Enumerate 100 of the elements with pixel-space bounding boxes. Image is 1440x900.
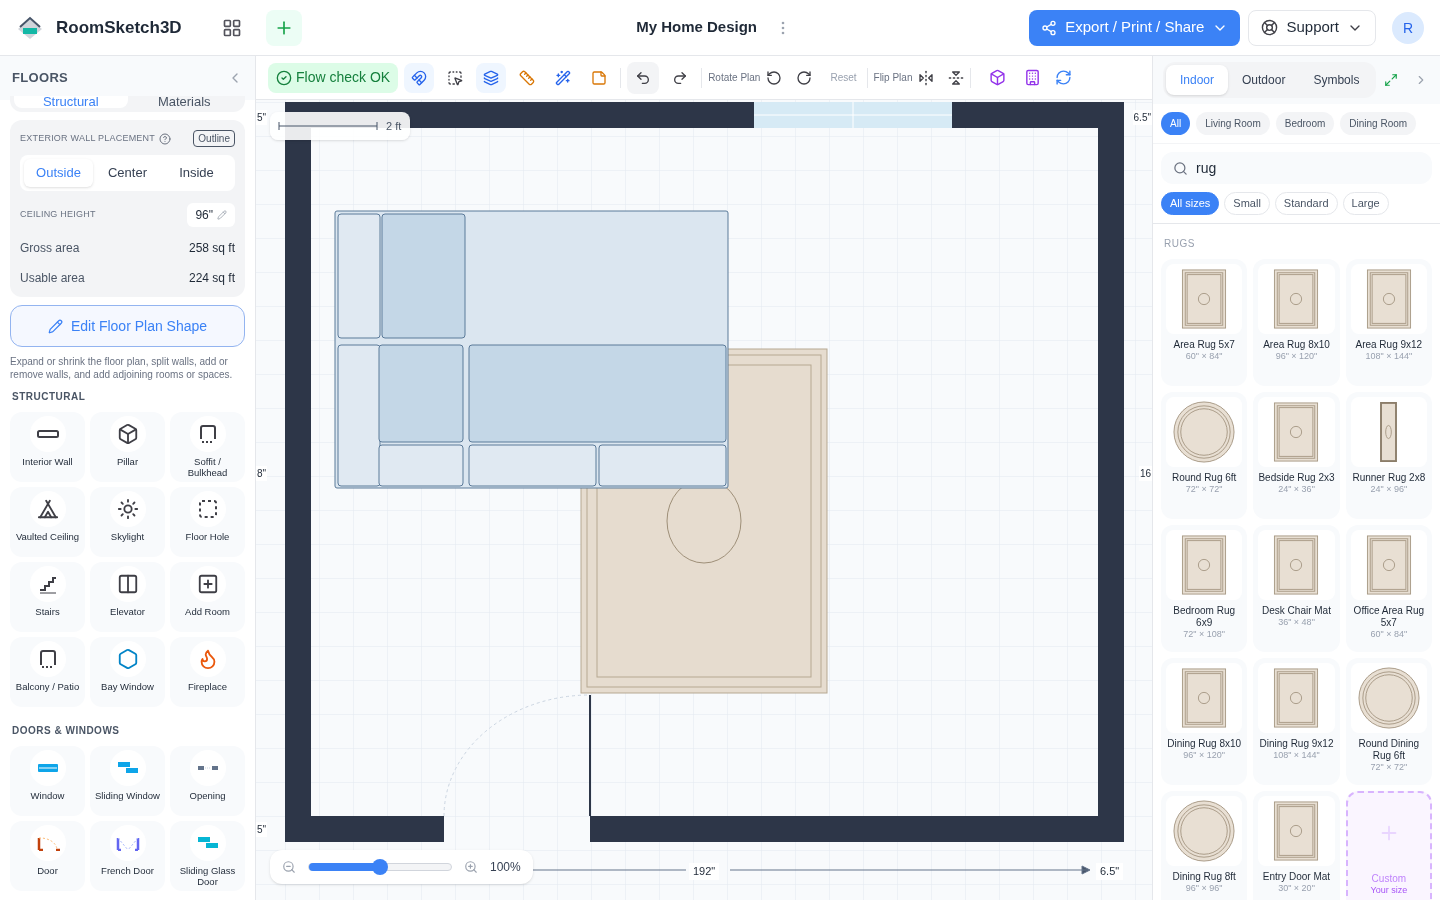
toolbar-label: Rotate Plan [708,71,761,85]
magnet-button[interactable] [404,62,435,93]
rotate-right-button[interactable] [796,69,813,86]
size-chip[interactable]: All sizes [1161,192,1220,215]
sun-icon [109,491,146,527]
tool-tile[interactable]: Soffit / Bulkhead [170,412,245,482]
section-title: STRUCTURAL [12,390,87,404]
export-button[interactable]: Export / Print / Share [1029,9,1241,46]
window-icon [29,750,66,786]
segment[interactable]: Center [93,159,162,187]
category-chip[interactable]: All [1161,112,1191,135]
tool-tile[interactable]: Balcony / Patio [10,637,85,707]
lifebuoy-icon [1261,19,1279,36]
avatar: R [1392,11,1424,44]
rug-card[interactable]: Bedroom Rug 6x9 72" × 108" [1161,525,1248,652]
tool-tile[interactable]: Sliding Window [90,746,165,816]
building-icon [1024,69,1042,86]
custom-size-card[interactable]: Custom Your size [1345,791,1432,900]
category-chip[interactable]: Living Room [1196,112,1270,135]
height-field[interactable]: 96" [187,203,235,227]
rug-card[interactable]: Area Rug 9x12 108" × 144" [1345,259,1432,386]
tool-tile[interactable]: Opening [170,746,245,816]
door-icon [29,825,66,861]
support-button[interactable]: Support [1248,9,1376,46]
rug-drawing [1181,269,1228,329]
tool-tile[interactable]: Bay Window [90,637,165,707]
flip-vertical-button[interactable] [948,69,965,86]
rug-drawing [1273,269,1320,329]
rotate-right-icon [796,69,813,86]
round-rug-drawing [1173,401,1236,463]
rug-card[interactable]: Area Rug 8x10 96" × 120" [1253,259,1340,386]
search-field[interactable]: rug [1161,152,1432,184]
grid-icon [221,17,242,38]
pencil-icon [217,210,227,220]
segment[interactable]: Inside [162,159,231,187]
tool-tile[interactable]: Floor Hole [170,487,245,557]
tab[interactable]: Symbols [1299,65,1374,95]
app-name: RoomSketch3D [56,16,182,39]
tool-tile[interactable]: Door [10,821,85,891]
rug-drawing [1365,269,1412,329]
help-icon [159,132,172,145]
tool-tile[interactable]: Skylight [90,487,165,557]
search-icon [1173,160,1188,176]
segment[interactable]: Outside [24,159,93,187]
tab[interactable]: Materials [127,96,241,108]
zoom-out-icon [282,860,296,874]
tent-icon [29,491,66,527]
rug-card[interactable]: Dining Rug 8ft 96" × 96" [1161,791,1248,900]
tab[interactable]: Indoor [1166,65,1229,95]
rug-card[interactable]: Dining Rug 9x12 108" × 144" [1253,658,1340,785]
rug-card[interactable]: Bedside Rug 2x3 24" × 36" [1253,392,1340,519]
tool-tile[interactable]: Fireplace [170,637,245,707]
layers-button[interactable] [476,62,507,93]
rug-card[interactable]: Dining Rug 8x10 96" × 120" [1161,658,1248,785]
expand-button[interactable] [1384,73,1399,87]
bar-icon [29,416,66,452]
elevator-icon [109,566,146,602]
dimension-label: 8" [256,466,268,481]
rug-card[interactable]: Round Dining Rug 6ft 72" × 72" [1345,658,1432,785]
sliding-door-icon [189,825,226,861]
undo-button[interactable] [627,61,660,94]
rotate-left-button[interactable] [766,69,783,86]
category-chip[interactable]: Dining Room [1340,112,1417,135]
category-chip[interactable]: Bedroom [1275,112,1335,135]
tool-tile[interactable]: Stairs [10,562,85,632]
undo-icon [635,69,652,86]
tab[interactable]: Outdoor [1228,65,1300,95]
rug-drawing [1181,668,1228,728]
tool-tile[interactable]: Sliding Glass Door [170,821,245,891]
tool-tile[interactable]: Pillar [90,412,165,482]
outline-button[interactable]: Outline [193,130,235,147]
zoom-reading: 100% [490,859,521,876]
tool-tile[interactable]: Interior Wall [10,412,85,482]
rug-drawing [1273,801,1320,861]
rug-card[interactable]: Office Area Rug 5x7 60" × 84" [1345,525,1432,652]
rug-card[interactable]: Area Rug 5x7 60" × 84" [1161,259,1248,386]
more-icon [781,20,786,35]
edit-shape-button[interactable]: Edit Floor Plan Shape [10,305,245,347]
wand-icon [555,69,572,86]
tool-tile[interactable]: French Door [90,821,165,891]
rug-card[interactable]: Round Rug 6ft 72" × 72" [1161,392,1248,519]
rug-card[interactable]: Entry Door Mat 30" × 20" [1253,791,1340,900]
cube-button[interactable] [989,69,1007,86]
rug-card[interactable]: Runner Rug 2x8 24" × 96" [1345,392,1432,519]
tab[interactable]: Structural [14,96,128,108]
building-button[interactable] [1024,69,1042,86]
dimension-label: 192" [689,863,720,880]
round-rug-drawing [1173,800,1236,862]
tool-tile[interactable]: Add Room [170,562,245,632]
tool-tile[interactable]: Window [10,746,85,816]
status-badge: Flow check OK [268,62,399,93]
rug-card[interactable]: Desk Chair Mat 36" × 48" [1253,525,1340,652]
flip-horizontal-button[interactable] [918,69,935,86]
section-title: RUGS [1163,237,1196,251]
check-circle-icon [276,69,292,86]
ruler-icon [519,69,536,86]
sliding-window-icon [109,750,146,786]
refresh-button[interactable] [1055,69,1073,86]
tool-tile[interactable]: Elevator [90,562,165,632]
tool-tile[interactable]: Vaulted Ceiling [10,487,85,557]
